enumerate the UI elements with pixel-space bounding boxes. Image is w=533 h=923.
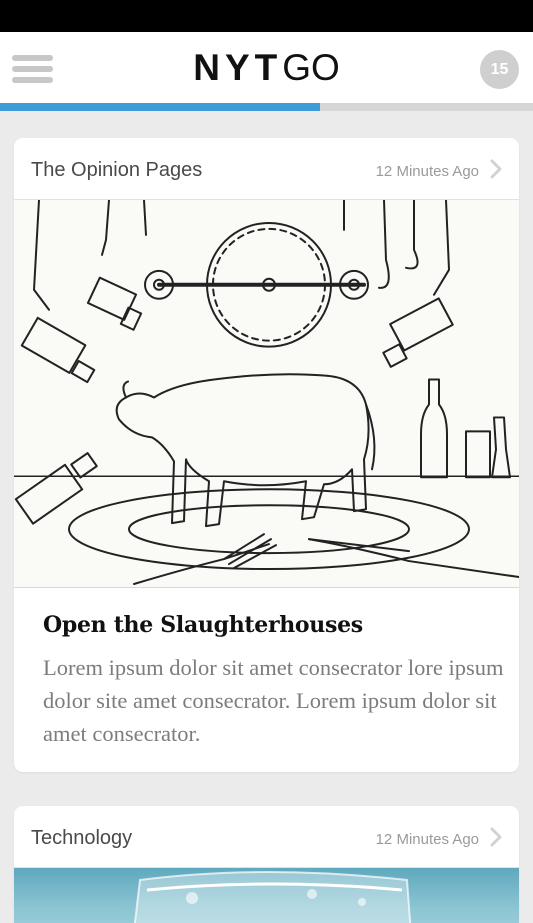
chevron-right-icon[interactable] (487, 826, 505, 848)
article-card[interactable]: The Opinion Pages 12 Minutes Ago Open th… (14, 138, 519, 772)
reading-progress-fill (0, 103, 320, 111)
app-header: NYTGO 15 (0, 32, 533, 103)
card-header[interactable]: Technology 12 Minutes Ago (14, 806, 519, 868)
article-headline[interactable]: Open the Slaughterhouses (43, 612, 363, 638)
article-card[interactable]: Technology 12 Minutes Ago (14, 806, 519, 923)
reading-progress-bar (0, 103, 533, 111)
article-timestamp: 12 Minutes Ago (375, 831, 479, 848)
logo-nyt: NYT (193, 47, 283, 88)
card-header[interactable]: The Opinion Pages 12 Minutes Ago (14, 138, 519, 200)
section-name: Technology (31, 827, 133, 849)
status-bar (0, 0, 533, 32)
unread-count-badge[interactable]: 15 (480, 50, 519, 89)
chevron-right-icon[interactable] (487, 158, 505, 180)
article-summary: Lorem ipsum dolor sit amet consecrator l… (43, 655, 504, 746)
article-photo[interactable] (14, 868, 519, 923)
logo-go: GO (282, 47, 340, 88)
article-illustration[interactable] (14, 200, 519, 588)
article-timestamp: 12 Minutes Ago (375, 163, 479, 180)
water-glass-image (133, 871, 412, 923)
app-logo: NYTGO (0, 48, 533, 88)
section-name: The Opinion Pages (31, 159, 203, 181)
